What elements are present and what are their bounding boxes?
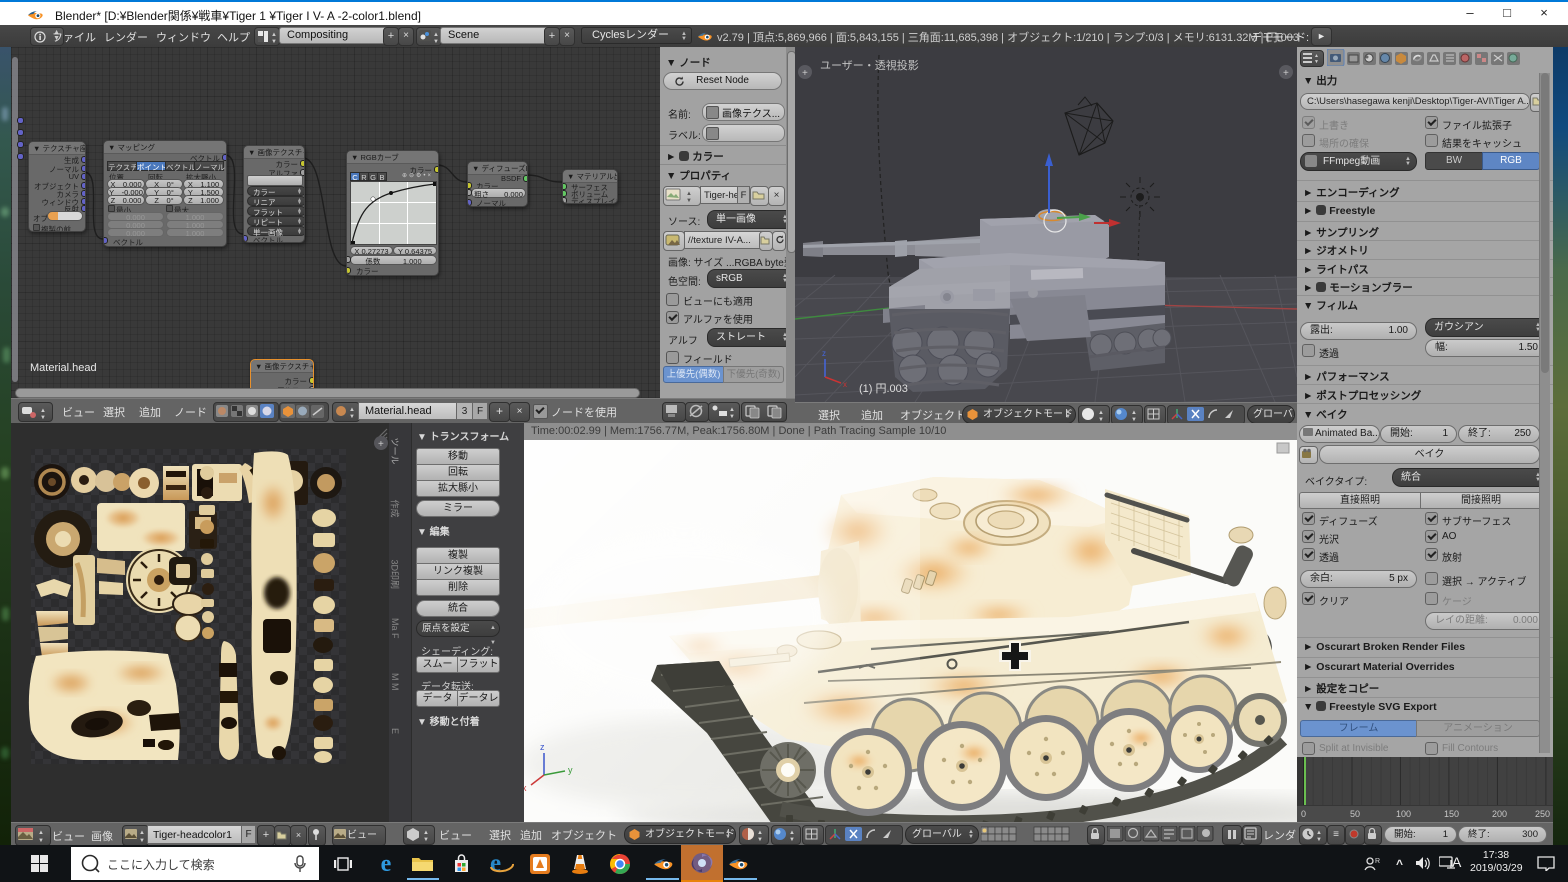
svg-text:+: + xyxy=(378,439,384,450)
svg-text:z: z xyxy=(822,349,826,358)
svg-text:▼: ▼ xyxy=(40,415,46,420)
svg-text:▼: ▼ xyxy=(757,837,763,842)
svg-text:▲: ▲ xyxy=(139,830,145,836)
svg-text:▼: ▼ xyxy=(789,837,795,842)
svg-text:▼: ▼ xyxy=(1098,417,1104,422)
svg-text:▼: ▼ xyxy=(38,838,44,843)
svg-text:▼: ▼ xyxy=(271,39,277,44)
svg-text:R: R xyxy=(1375,858,1380,865)
svg-text:▼: ▼ xyxy=(423,837,429,842)
svg-text:▲: ▲ xyxy=(1316,830,1322,836)
svg-text:▲: ▲ xyxy=(686,191,692,197)
svg-text:▼: ▼ xyxy=(433,39,439,44)
svg-text:+: + xyxy=(1283,68,1289,79)
svg-text:▲: ▲ xyxy=(271,32,277,38)
svg-text:▼: ▼ xyxy=(1316,837,1322,842)
svg-text:▲: ▲ xyxy=(1131,410,1137,416)
svg-text:▼: ▼ xyxy=(686,198,692,203)
svg-text:▼: ▼ xyxy=(729,414,735,419)
svg-text:▼: ▼ xyxy=(139,838,145,843)
svg-text:y: y xyxy=(568,765,573,775)
svg-text:▲: ▲ xyxy=(729,407,735,413)
svg-text:▲: ▲ xyxy=(757,830,763,836)
svg-text:▼: ▼ xyxy=(349,414,355,419)
svg-text:z: z xyxy=(540,742,545,752)
svg-text:▼: ▼ xyxy=(1314,59,1319,64)
svg-text:▲: ▲ xyxy=(423,830,429,836)
svg-text:▲: ▲ xyxy=(1098,410,1104,416)
svg-text:▲: ▲ xyxy=(349,407,355,413)
svg-text:▲: ▲ xyxy=(40,408,46,414)
svg-text:▼: ▼ xyxy=(1131,417,1137,422)
svg-text:▲: ▲ xyxy=(38,830,44,836)
svg-text:▲: ▲ xyxy=(789,830,795,836)
svg-text:+: + xyxy=(802,68,808,79)
svg-text:x: x xyxy=(843,380,847,389)
svg-text:▲: ▲ xyxy=(433,32,439,38)
